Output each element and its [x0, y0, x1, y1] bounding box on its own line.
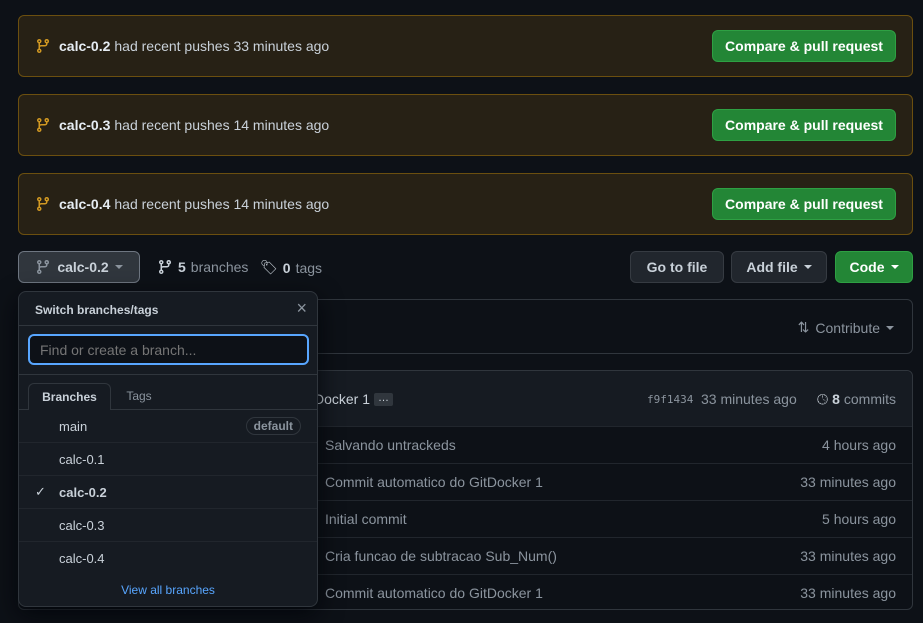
banner-text: had recent pushes 33 minutes ago: [114, 38, 330, 54]
commits-label: commits: [843, 391, 896, 407]
banner-branch: calc-0.2: [59, 38, 111, 54]
branch-item-main[interactable]: main default: [19, 409, 317, 442]
tag-count: 0: [282, 259, 291, 276]
branch-item[interactable]: calc-0.3: [19, 508, 317, 541]
commit-time: 33 minutes ago: [800, 474, 896, 490]
commit-time: 33 minutes ago: [800, 585, 896, 601]
add-file-button[interactable]: Add file: [731, 251, 827, 283]
contribute-label: Contribute: [815, 319, 880, 336]
branch-icon: [35, 117, 51, 133]
tab-tags[interactable]: Tags: [111, 383, 167, 410]
tab-branches[interactable]: Branches: [28, 383, 111, 410]
default-badge: default: [245, 417, 301, 435]
banner-branch: calc-0.3: [59, 117, 111, 133]
commit-message[interactable]: Initial commit: [325, 511, 407, 527]
close-icon[interactable]: ×: [296, 298, 307, 319]
compare-pull-request-button[interactable]: Compare & pull request: [712, 109, 896, 141]
expand-message-button[interactable]: …: [374, 393, 393, 406]
banner-text: had recent pushes 14 minutes ago: [114, 117, 330, 133]
recent-push-banner: calc-0.4 had recent pushes 14 minutes ago…: [18, 173, 913, 235]
commit-sha[interactable]: f9f1434: [647, 393, 693, 406]
branch-name: calc-0.3: [59, 517, 105, 533]
branch-name: calc-0.1: [59, 451, 105, 467]
commit-message[interactable]: Commit automatico do GitDocker 1: [325, 474, 543, 490]
contribute-button[interactable]: ⇅ Contribute: [798, 319, 894, 336]
branch-item[interactable]: calc-0.1: [19, 442, 317, 475]
history-icon: 🕓︎: [817, 391, 829, 407]
commit-count: 8: [832, 391, 840, 407]
caret-down-icon: [890, 265, 899, 269]
code-button[interactable]: Code: [835, 251, 913, 283]
branch-item-selected[interactable]: ✓ calc-0.2: [19, 475, 317, 508]
caret-down-icon: [803, 265, 812, 269]
branch-icon: [35, 196, 51, 212]
branch-name: main: [59, 418, 88, 434]
code-label: Code: [849, 259, 885, 275]
branch-icon: [35, 259, 51, 275]
dropdown-title: Switch branches/tags: [35, 303, 159, 317]
tag-icon: 🏷︎: [260, 259, 278, 275]
commit-time: 5 hours ago: [822, 511, 896, 527]
commit-message[interactable]: Salvando untrackeds: [325, 437, 456, 453]
banner-text: had recent pushes 14 minutes ago: [114, 196, 330, 212]
banner-branch: calc-0.4: [59, 196, 111, 212]
branch-dropdown: Switch branches/tags × Branches Tags mai…: [18, 291, 318, 607]
caret-down-icon: [114, 265, 123, 269]
compare-pull-request-button[interactable]: Compare & pull request: [712, 30, 896, 62]
current-branch: calc-0.2: [57, 259, 109, 275]
branch-name: calc-0.4: [59, 550, 105, 566]
compare-pull-request-button[interactable]: Compare & pull request: [712, 188, 896, 220]
branch-icon: [35, 38, 51, 54]
commit-message[interactable]: Cria funcao de subtracao Sub_Num(): [325, 548, 557, 564]
tags-link[interactable]: 🏷︎ 0 tags: [260, 259, 322, 276]
commit-time: 4 hours ago: [822, 437, 896, 453]
branch-icon: [157, 259, 173, 275]
branches-label: branches: [190, 259, 249, 275]
branch-select-button[interactable]: calc-0.2: [18, 251, 140, 283]
caret-down-icon: [886, 325, 894, 330]
recent-push-banner: calc-0.2 had recent pushes 33 minutes ago…: [18, 15, 913, 77]
commit-time: 33 minutes ago: [800, 548, 896, 564]
branch-count: 5: [178, 259, 186, 275]
branch-name: calc-0.2: [59, 484, 107, 500]
branches-link[interactable]: 5 branches: [157, 259, 248, 275]
commit-time: 33 minutes ago: [701, 391, 797, 407]
commit-message[interactable]: Commit automatico do GitDocker 1: [325, 585, 543, 601]
add-file-label: Add file: [746, 259, 798, 275]
latest-commit-message[interactable]: Docker 1: [314, 391, 370, 407]
check-icon: ✓: [35, 484, 46, 499]
tags-label: tags: [295, 259, 323, 276]
go-to-file-button[interactable]: Go to file: [630, 251, 724, 283]
view-all-branches-link[interactable]: View all branches: [19, 583, 317, 597]
recent-push-banner: calc-0.3 had recent pushes 14 minutes ago…: [18, 94, 913, 156]
commits-link[interactable]: 🕓︎ 8 commits: [817, 391, 896, 408]
branch-item[interactable]: calc-0.4: [19, 541, 317, 574]
branch-filter-input[interactable]: [28, 334, 309, 365]
pull-request-icon: ⇅: [797, 319, 810, 335]
